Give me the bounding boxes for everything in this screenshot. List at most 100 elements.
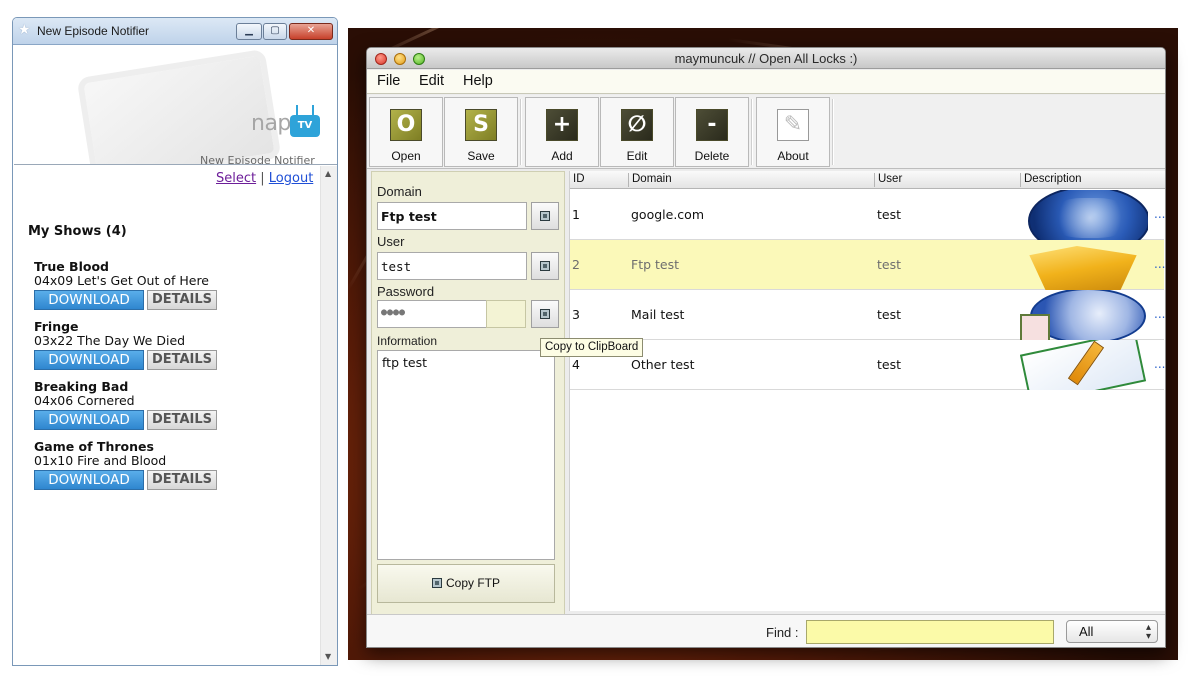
account-links: Select | Logout [216,171,313,186]
column-description[interactable]: Description [1024,173,1082,185]
entries-table: ID Domain User Description 1 google.com … [569,171,1165,611]
information-textarea[interactable]: ftp test [377,350,555,560]
toolbar-separator [520,99,522,165]
cell-description [1020,290,1148,340]
clipboard-icon [431,578,442,588]
column-user[interactable]: User [878,173,902,185]
filter-select[interactable]: All ▴ ▾ [1066,620,1158,643]
column-divider[interactable] [628,173,629,187]
save-icon: S [465,109,497,141]
domain-field[interactable]: Ftp test [377,202,527,230]
table-row[interactable]: 4 Other test test ... [570,340,1165,390]
scroll-up-icon[interactable]: ▲ [325,169,331,178]
open-label: Open [391,149,421,163]
user-label: User [377,234,405,249]
edit-icon: ∅ [621,109,653,141]
copy-user-button[interactable] [531,252,559,280]
copy-ftp-label: Copy FTP [445,576,500,590]
table-row[interactable]: 2 Ftp test test ... [570,240,1165,290]
more-button[interactable]: ... [1154,357,1165,371]
title-bar[interactable]: maymuncuk // Open All Locks :) [367,48,1165,69]
logout-link[interactable]: Logout [269,171,314,186]
user-field[interactable]: test [377,252,527,280]
details-button[interactable]: DETAILS [147,290,217,310]
copy-ftp-button[interactable]: Copy FTP [377,564,555,603]
column-domain[interactable]: Domain [632,173,672,185]
box-icon [1029,246,1137,290]
copy-domain-button[interactable] [531,202,559,230]
cell-user: test [877,257,902,272]
scroll-down-icon[interactable]: ▼ [325,652,331,661]
vertical-scrollbar[interactable]: ▲ ▼ [320,166,337,665]
maximize-button[interactable]: ▢ [263,23,287,40]
select-link[interactable]: Select [216,171,256,186]
download-button[interactable]: DOWNLOAD [34,470,144,490]
column-divider[interactable] [874,173,875,187]
toolbar: O Open S Save + Add ∅ Edit - Delete ✎ Ab… [367,95,1165,169]
cell-description [1020,190,1148,240]
menu-edit[interactable]: Edit [419,73,444,89]
menu-file[interactable]: File [377,73,400,89]
download-button[interactable]: DOWNLOAD [34,350,144,370]
cell-domain: google.com [631,207,704,222]
maymuncuk-window: maymuncuk // Open All Locks :) File Edit… [366,47,1166,648]
save-label: Save [467,149,495,163]
download-button[interactable]: DOWNLOAD [34,410,144,430]
about-label: About [777,149,809,163]
show-item: Breaking Bad 04x06 Cornered DOWNLOAD DET… [34,380,304,430]
find-label: Find : [766,625,799,640]
window-title: maymuncuk // Open All Locks :) [674,51,858,66]
add-button[interactable]: + Add [525,97,599,167]
delete-button[interactable]: - Delete [675,97,749,167]
show-title: True Blood [34,259,109,274]
save-button[interactable]: S Save [444,97,518,167]
delete-label: Delete [694,149,730,163]
minimize-button[interactable]: ▁ [236,23,262,40]
edit-button[interactable]: ∅ Edit [600,97,674,167]
column-divider[interactable] [1020,173,1021,187]
show-item: Fringe 03x22 The Day We Died DOWNLOAD DE… [34,320,304,370]
filter-selected-value: All [1079,624,1094,639]
password-label: Password [377,284,435,299]
episode-notifier-window: ★ New Episode Notifier ▁ ▢ ✕ nap TV New … [12,17,338,666]
cell-id: 1 [572,207,580,222]
toolbar-separator [751,99,753,165]
details-button[interactable]: DETAILS [147,350,217,370]
table-row[interactable]: 1 google.com test ... [570,190,1165,240]
cell-id: 2 [572,257,580,272]
title-bar[interactable]: ★ New Episode Notifier ▁ ▢ ✕ [13,18,337,45]
show-title: Fringe [34,319,79,334]
edit-label: Edit [626,149,648,163]
copy-password-button[interactable] [531,300,559,328]
download-button[interactable]: DOWNLOAD [34,290,144,310]
show-password-toggle[interactable] [486,300,526,328]
open-icon: O [390,109,422,141]
password-field[interactable]: ●●●● [377,300,487,328]
find-bar: Find : All ▴ ▾ [367,614,1165,647]
close-button[interactable]: ✕ [289,23,333,40]
about-icon: ✎ [777,109,809,141]
more-button[interactable]: ... [1154,307,1165,321]
details-button[interactable]: DETAILS [147,410,217,430]
menu-help[interactable]: Help [463,73,493,89]
domain-label: Domain [377,184,422,199]
cell-description [1020,240,1148,290]
about-button[interactable]: ✎ About [756,97,830,167]
cell-user: test [877,307,902,322]
napTV-banner: nap TV New Episode Notifier [14,45,337,165]
copy-tooltip: Copy to ClipBoard [540,338,644,357]
shows-content: Select | Logout My Shows (4) True Blood … [14,166,320,665]
show-title: Breaking Bad [34,379,129,394]
details-button[interactable]: DETAILS [147,470,217,490]
delete-icon: - [696,109,728,141]
table-row[interactable]: 3 Mail test test ... [570,290,1165,340]
column-id[interactable]: ID [573,173,585,185]
window-title: New Episode Notifier [37,24,150,38]
open-button[interactable]: O Open [369,97,443,167]
more-button[interactable]: ... [1154,257,1165,271]
more-button[interactable]: ... [1154,207,1165,221]
cell-user: test [877,207,902,222]
find-input[interactable] [806,620,1054,644]
cell-domain: Other test [631,357,695,372]
cell-description [1020,340,1148,390]
